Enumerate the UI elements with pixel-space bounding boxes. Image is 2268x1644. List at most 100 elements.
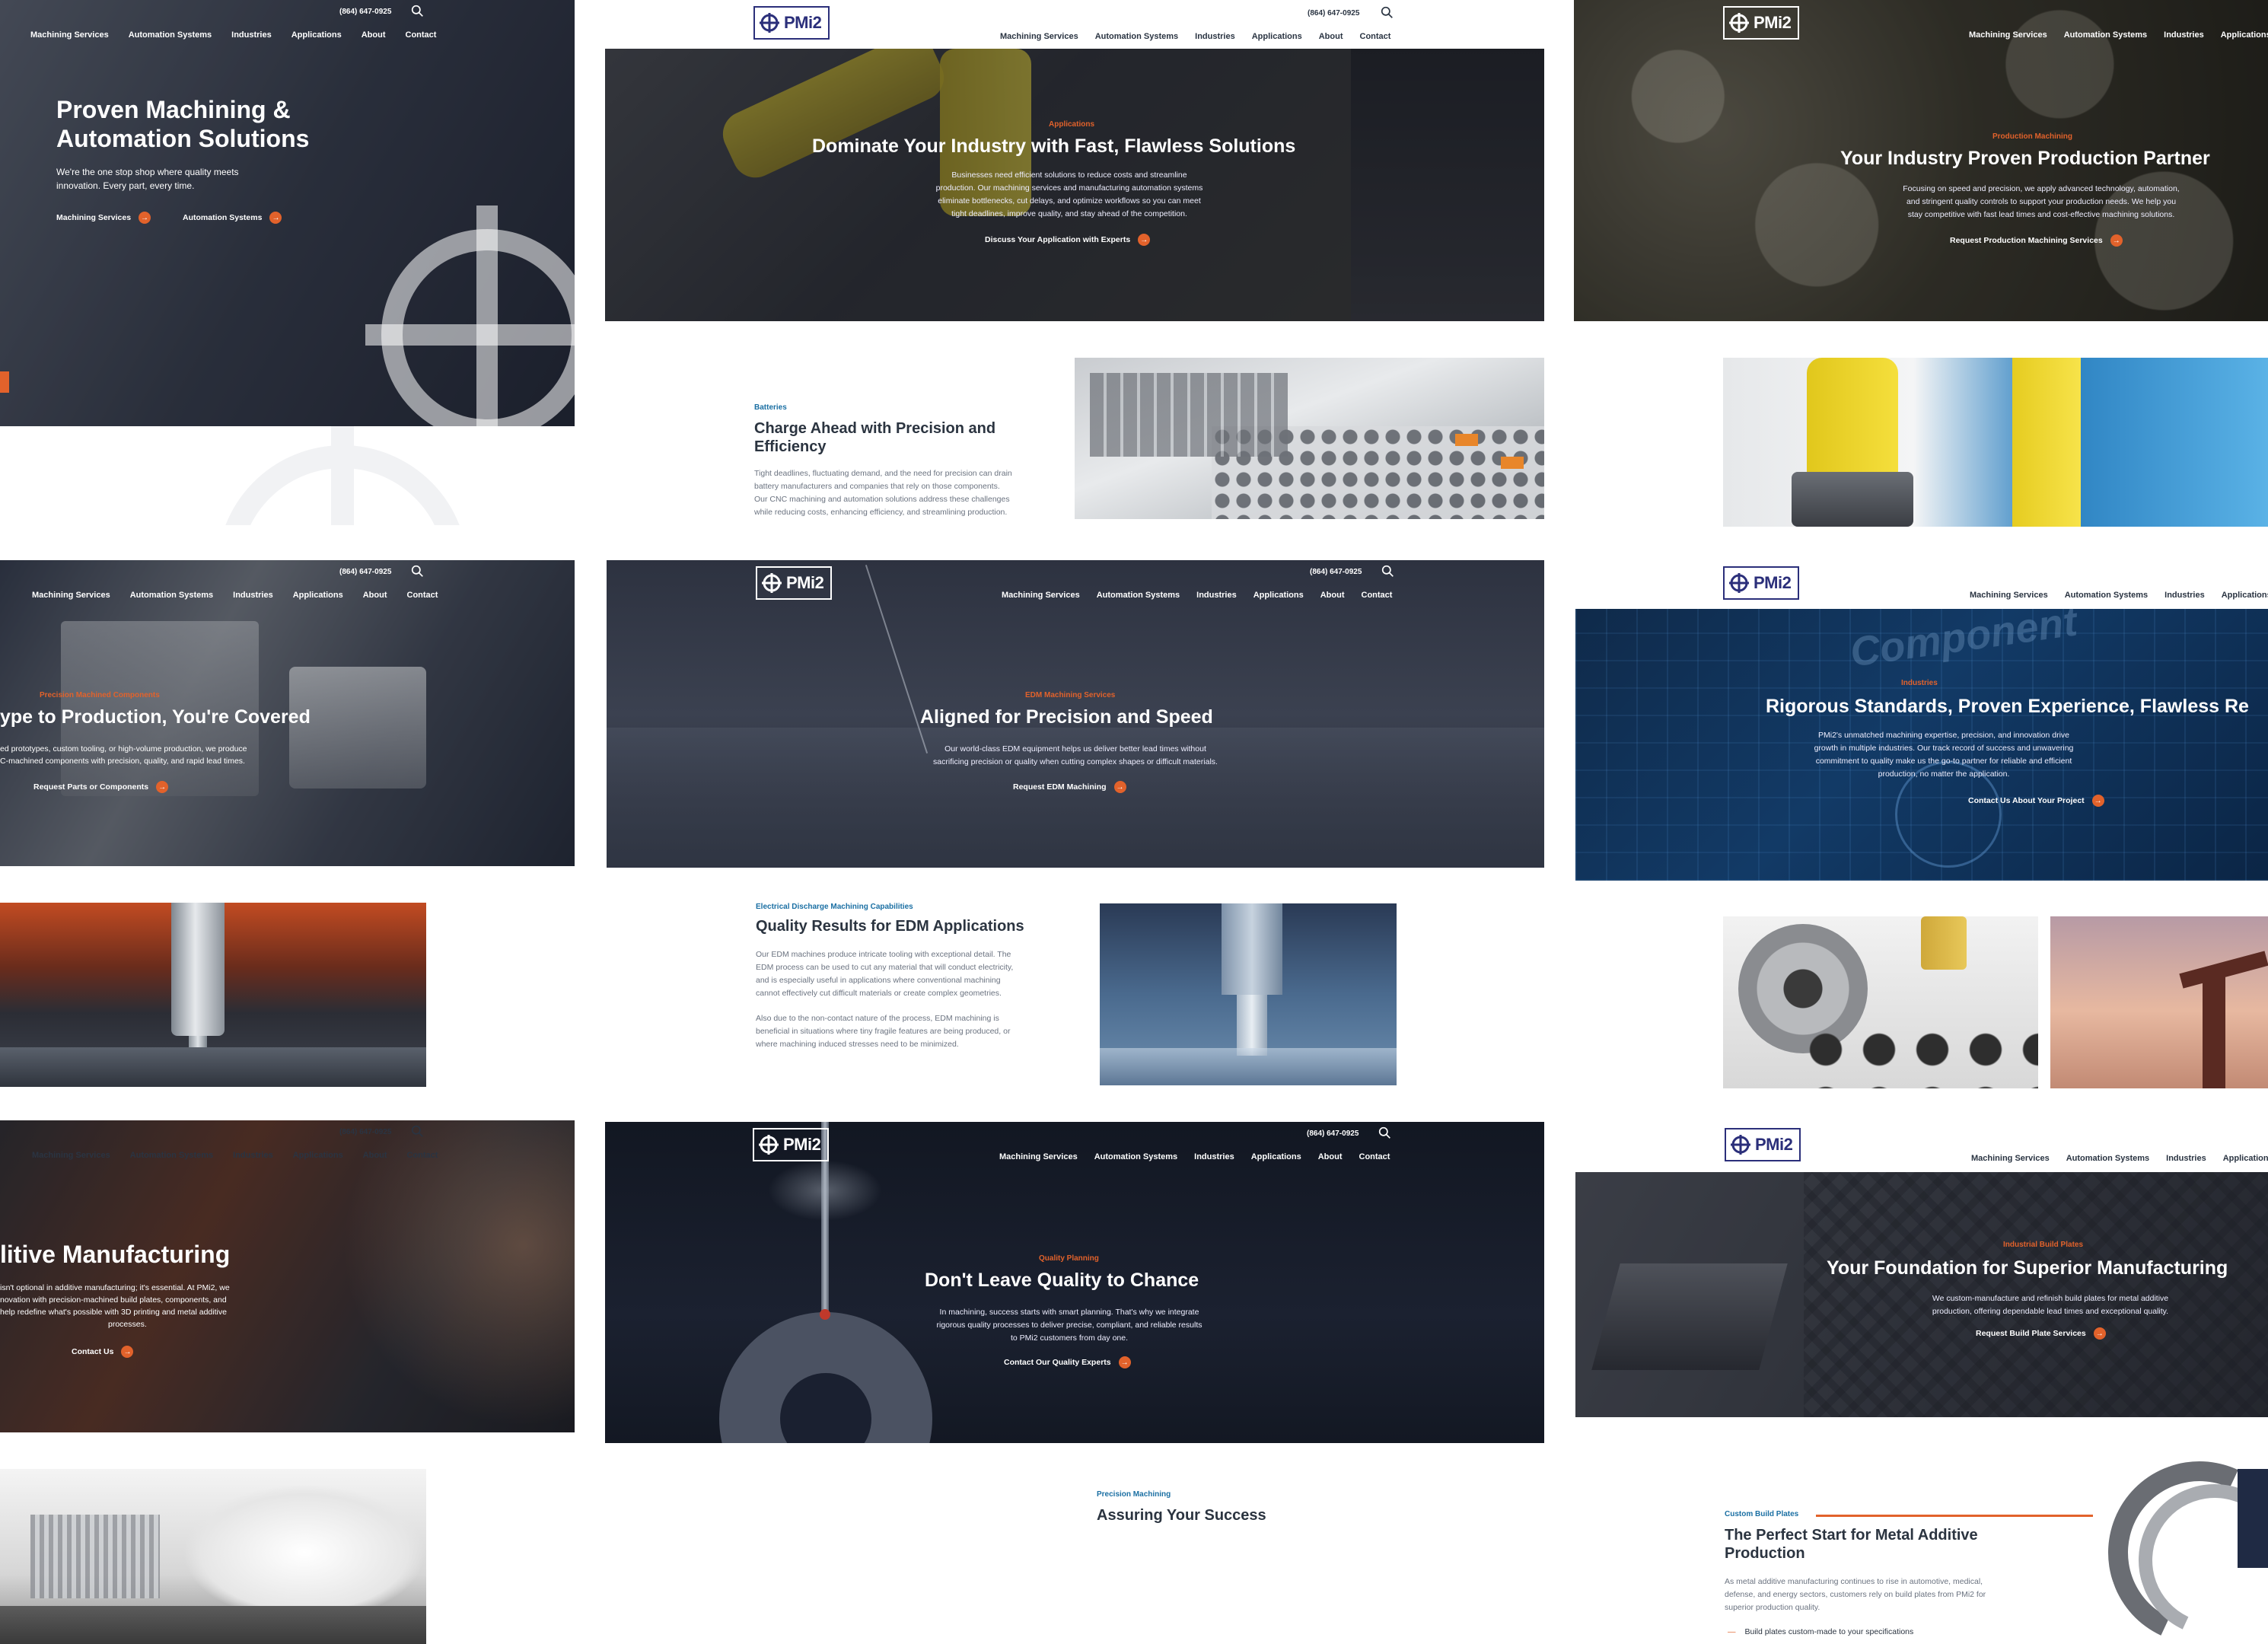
nav-about[interactable]: About: [363, 1151, 387, 1160]
nav-machining-services[interactable]: Machining Services: [999, 1152, 1078, 1161]
logo[interactable]: PMi2: [753, 6, 830, 40]
nav-about[interactable]: About: [1319, 32, 1343, 41]
nav-about[interactable]: About: [1320, 591, 1345, 600]
nav-automation-systems[interactable]: Automation Systems: [1097, 591, 1180, 600]
section-desc-line: EDM process can be used to cut any mater…: [756, 963, 1014, 972]
section-desc: Our EDM machines produce intricate tooli…: [756, 948, 1013, 1000]
nav-automation-systems[interactable]: Automation Systems: [2065, 591, 2148, 600]
nav-contact[interactable]: Contact: [407, 1151, 438, 1160]
nav-machining-services[interactable]: Machining Services: [1971, 1154, 2050, 1163]
search-icon[interactable]: [411, 5, 424, 18]
nav-industries[interactable]: Industries: [1195, 32, 1235, 41]
hero-eyebrow: Industries: [1901, 679, 1938, 687]
nav-contact[interactable]: Contact: [1359, 1152, 1390, 1161]
hero-desc-line: to PMi2 customers from day one.: [1010, 1333, 1129, 1343]
cta-request-production[interactable]: Request Production Machining Services →: [1950, 234, 2123, 247]
cta-discuss-application[interactable]: Discuss Your Application with Experts →: [985, 234, 1151, 246]
nav-automation-systems[interactable]: Automation Systems: [129, 30, 212, 40]
logo[interactable]: PMi2: [753, 1128, 829, 1161]
crosshair-logo-icon: [1729, 13, 1749, 33]
search-icon[interactable]: [411, 1125, 424, 1138]
logo[interactable]: PMi2: [756, 566, 832, 600]
nav-machining-services[interactable]: Machining Services: [1000, 32, 1078, 41]
nav-automation-systems[interactable]: Automation Systems: [2064, 30, 2147, 40]
section-desc-line: Our EDM machines produce intricate tooli…: [756, 950, 1011, 959]
nav-about[interactable]: About: [1318, 1152, 1343, 1161]
nav-machining-services[interactable]: Machining Services: [1969, 30, 2047, 40]
nav-contact[interactable]: Contact: [1362, 591, 1393, 600]
hero-desc-line: production, offering dependable lead tim…: [1932, 1307, 2169, 1316]
logo[interactable]: PMi2: [1725, 1128, 1801, 1161]
hero-desc-line2: novation with precision-machined build p…: [0, 1295, 227, 1305]
nav-industries[interactable]: Industries: [1194, 1152, 1234, 1161]
cta-request-build-plate[interactable]: Request Build Plate Services →: [1976, 1327, 2106, 1340]
nav-contact[interactable]: Contact: [407, 591, 438, 600]
phone-number[interactable]: (864) 647-0925: [339, 8, 391, 16]
nav-applications[interactable]: Applications: [1251, 1152, 1301, 1161]
arrow-right-icon: →: [121, 1346, 134, 1358]
arrow-right-icon: →: [156, 781, 169, 793]
phone-number[interactable]: (864) 647-0925: [339, 568, 391, 576]
nav-contact[interactable]: Contact: [406, 30, 437, 40]
phone-number-p7[interactable]: (864) 647-0925: [339, 1128, 391, 1136]
search-icon[interactable]: [1381, 565, 1394, 578]
logo[interactable]: PMi2: [1723, 566, 1799, 600]
nav-automation-systems[interactable]: Automation Systems: [1095, 32, 1178, 41]
nav-applications[interactable]: Applications: [2223, 1154, 2268, 1163]
nav-machining-services[interactable]: Machining Services: [32, 1151, 110, 1160]
cta-contact-us[interactable]: Contact Us →: [72, 1346, 134, 1358]
nav-automation-systems[interactable]: Automation Systems: [130, 1151, 213, 1160]
orange-tab2-graphic: [1501, 457, 1524, 469]
nav-applications[interactable]: Applications: [293, 591, 343, 600]
cta-automation-systems[interactable]: Automation Systems →: [183, 212, 282, 224]
search-icon[interactable]: [411, 565, 424, 578]
cta-machining-services[interactable]: Machining Services →: [56, 212, 151, 224]
nav-machining-services[interactable]: Machining Services: [1002, 591, 1080, 600]
orange-tab-graphic: [1455, 434, 1478, 446]
nav-applications[interactable]: Applications: [1253, 591, 1304, 600]
nav-industries[interactable]: Industries: [231, 30, 272, 40]
logo[interactable]: PMi2: [1723, 6, 1799, 40]
cta-contact-quality[interactable]: Contact Our Quality Experts →: [1004, 1356, 1131, 1368]
yellow-robot-graphic: [1807, 358, 1898, 487]
cta-request-parts[interactable]: Request Parts or Components →: [33, 781, 169, 793]
section-eyebrow: Custom Build Plates: [1725, 1510, 1799, 1518]
nav-automation-systems[interactable]: Automation Systems: [130, 591, 213, 600]
hero-desc-line: stay competitive with fast lead times an…: [1907, 210, 2175, 219]
photo-robot-cell: [1723, 358, 2268, 527]
search-icon[interactable]: [1381, 6, 1394, 19]
cta-request-edm[interactable]: Request EDM Machining →: [1013, 781, 1126, 793]
nav-automation-systems[interactable]: Automation Systems: [1094, 1152, 1177, 1161]
nav-industries[interactable]: Industries: [2166, 1154, 2206, 1163]
nav-machining-services[interactable]: Machining Services: [32, 591, 110, 600]
nav-about[interactable]: About: [362, 30, 386, 40]
hero-title: Rigorous Standards, Proven Experience, F…: [1766, 696, 2249, 717]
logo-text: PMi2: [786, 573, 824, 592]
nav-industries[interactable]: Industries: [233, 591, 273, 600]
nav-contact[interactable]: Contact: [1360, 32, 1391, 41]
nav-industries[interactable]: Industries: [233, 1151, 273, 1160]
nav-applications[interactable]: Applications: [2221, 30, 2268, 40]
nav-machining-services[interactable]: Machining Services: [1970, 591, 2048, 600]
nav-industries[interactable]: Industries: [2164, 30, 2204, 40]
cta-label: Contact Us About Your Project: [1968, 796, 2085, 805]
cta-contact-project[interactable]: Contact Us About Your Project →: [1968, 795, 2104, 807]
nav-applications[interactable]: Applications: [291, 30, 342, 40]
glove-graphic: [183, 1484, 426, 1621]
nav-automation-systems[interactable]: Automation Systems: [2066, 1154, 2149, 1163]
search-icon[interactable]: [1378, 1126, 1391, 1139]
nav-industries[interactable]: Industries: [1196, 591, 1237, 600]
nav-applications[interactable]: Applications: [1252, 32, 1302, 41]
nav-applications[interactable]: Applications: [2222, 591, 2268, 600]
section-eyebrow: Precision Machining: [1097, 1490, 1171, 1499]
hero-desc-line: growth in multiple industries. Our track…: [1814, 744, 2074, 753]
side-tab[interactable]: [0, 371, 9, 393]
nav-machining-services[interactable]: Machining Services: [30, 30, 109, 40]
phone-number[interactable]: (864) 647-0925: [1310, 568, 1362, 576]
nav-about[interactable]: About: [363, 591, 387, 600]
phone-number[interactable]: (864) 647-0925: [1307, 1129, 1359, 1138]
nav-applications[interactable]: Applications: [293, 1151, 343, 1160]
hero-desc: Focusing on speed and precision, we appl…: [1881, 183, 2201, 221]
nav-industries[interactable]: Industries: [2164, 591, 2205, 600]
phone-number[interactable]: (864) 647-0925: [1308, 9, 1359, 18]
